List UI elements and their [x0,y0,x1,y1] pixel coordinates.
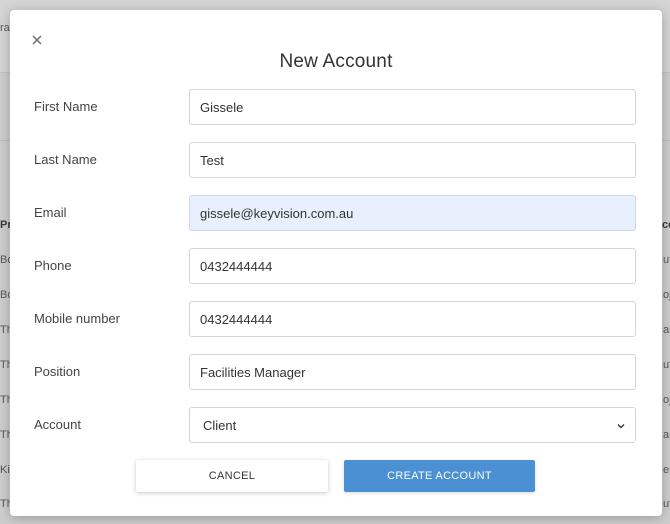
last-name-input[interactable] [189,142,636,178]
phone-label: Phone [34,258,72,273]
dialog-title: New Account [279,51,393,72]
new-account-dialog: New Account First Name Last Name Email P… [10,10,662,516]
position-row: Position [10,354,662,392]
first-name-input[interactable] [189,89,636,125]
account-label: Account [34,417,81,432]
mobile-label: Mobile number [34,311,120,326]
account-row: Account Client [10,407,662,445]
mobile-row: Mobile number [10,301,662,339]
close-button[interactable] [32,35,46,49]
phone-row: Phone [10,248,662,286]
close-icon [32,35,42,45]
phone-input[interactable] [189,248,636,284]
email-row: Email [10,195,662,233]
account-select-value: Client [203,418,237,433]
first-name-label: First Name [34,99,98,114]
last-name-label: Last Name [34,152,97,167]
create-account-button[interactable]: CREATE ACCOUNT [344,460,535,492]
mobile-input[interactable] [189,301,636,337]
account-select[interactable]: Client [189,407,636,443]
cancel-button[interactable]: CANCEL [136,460,328,492]
chevron-down-icon [617,424,625,429]
last-name-row: Last Name [10,142,662,180]
position-input[interactable] [189,354,636,390]
position-label: Position [34,364,81,379]
email-label: Email [34,205,67,220]
email-input[interactable] [189,195,636,231]
first-name-row: First Name [10,89,662,127]
